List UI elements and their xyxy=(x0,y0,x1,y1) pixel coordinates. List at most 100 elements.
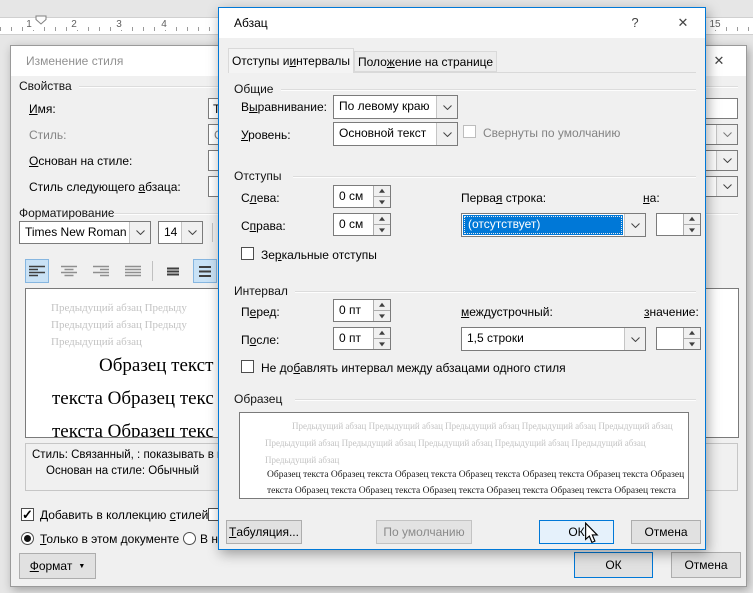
cancel-button[interactable]: Отмена xyxy=(631,520,701,544)
no-space-same-style-label: Не добавлять интервал между абзацами одн… xyxy=(261,361,566,375)
preview-line: текста Образец текс xyxy=(52,388,214,409)
ok-button[interactable]: ОК xyxy=(539,520,614,544)
spin-down-icon[interactable] xyxy=(374,196,390,207)
indent-by-label: на: xyxy=(643,191,660,205)
spin-down-icon[interactable] xyxy=(374,338,390,349)
mirror-indents-checkbox[interactable] xyxy=(241,247,254,260)
line-spacing-value: 1,5 строки xyxy=(467,331,524,345)
alignment-combobox[interactable]: По левому краю xyxy=(333,95,458,119)
chevron-down-icon[interactable] xyxy=(716,125,737,144)
add-to-gallery-label: Добавить в коллекцию стилей xyxy=(40,508,209,522)
space-before-value: 0 пт xyxy=(339,303,362,317)
outline-level-combobox[interactable]: Основной текст xyxy=(333,122,458,146)
chevron-down-icon[interactable] xyxy=(436,123,457,145)
ruler-mark: 3 xyxy=(113,19,125,30)
tabs-button[interactable]: Табуляция... xyxy=(226,520,302,544)
close-icon[interactable]: ✕ xyxy=(668,10,698,35)
indent-right-value: 0 см xyxy=(339,217,364,231)
spin-up-icon[interactable] xyxy=(374,214,390,224)
style-type-label: Стиль: xyxy=(29,128,67,142)
spin-up-icon[interactable] xyxy=(374,300,390,310)
spin-down-icon[interactable] xyxy=(374,224,390,235)
spin-up-icon[interactable] xyxy=(374,186,390,196)
chevron-down-icon[interactable] xyxy=(181,222,202,243)
only-this-document-radio[interactable] xyxy=(21,532,34,545)
new-documents-label: В н xyxy=(200,532,218,546)
chevron-down-icon[interactable] xyxy=(716,177,737,196)
alignment-value: По левому краю xyxy=(339,99,430,113)
spinner-buttons xyxy=(373,186,390,207)
space-after-label: После: xyxy=(241,333,280,347)
mirror-indents-label: Зеркальные отступы xyxy=(261,248,377,262)
spin-up-icon[interactable] xyxy=(374,328,390,338)
help-icon[interactable]: ? xyxy=(620,10,650,35)
space-after-value: 0 пт xyxy=(339,331,362,345)
chevron-down-icon[interactable] xyxy=(624,328,645,350)
space-before-spinner[interactable]: 0 пт xyxy=(333,299,391,322)
collapsed-by-default-checkbox[interactable] xyxy=(463,125,476,138)
alignment-label: Выравнивание: xyxy=(241,100,327,114)
align-left-button[interactable] xyxy=(25,259,49,283)
chevron-down-icon[interactable] xyxy=(624,214,645,236)
align-center-button[interactable] xyxy=(57,259,81,283)
spinner-buttons xyxy=(373,214,390,235)
chevron-down-icon[interactable] xyxy=(716,151,737,170)
space-after-spinner[interactable]: 0 пт xyxy=(333,327,391,350)
line-spacing-combobox[interactable]: 1,5 строки xyxy=(461,327,646,351)
modify-style-title: Изменение стиля xyxy=(26,54,124,68)
preview-line: Предыдущий абзац Предыду xyxy=(51,302,187,314)
format-button-label: Формат xyxy=(29,559,73,573)
indents-legend: Отступы xyxy=(234,169,282,183)
space-before-label: Перед: xyxy=(241,305,280,319)
toolbar-separator xyxy=(152,261,153,281)
only-this-document-label: Только в этом документе xyxy=(40,532,180,546)
style-ok-button[interactable]: ОК xyxy=(574,552,653,578)
spinner-buttons xyxy=(373,328,390,349)
tab-indents-and-spacing[interactable]: Отступы и и нтервалы xyxy=(228,48,354,73)
align-justify-button[interactable] xyxy=(121,259,145,283)
close-icon[interactable]: ✕ xyxy=(704,48,734,73)
spacing-at-label: значение: xyxy=(644,305,699,319)
name-label: Имя: xyxy=(29,102,56,116)
preview-line: текста Образец текс xyxy=(52,421,214,438)
properties-legend: Свойства xyxy=(19,79,72,93)
spin-up-icon[interactable] xyxy=(684,214,700,224)
set-as-default-button[interactable]: По умолчанию xyxy=(376,520,472,544)
preview-legend: Образец xyxy=(234,392,283,406)
based-on-label: Основан на стиле: xyxy=(29,154,133,168)
format-button[interactable]: Формат ▼ xyxy=(19,553,96,579)
spin-up-icon[interactable] xyxy=(684,328,700,338)
spinner-buttons xyxy=(683,214,700,235)
paragraph-title: Абзац xyxy=(234,16,268,30)
align-right-button[interactable] xyxy=(89,259,113,283)
new-documents-radio[interactable] xyxy=(183,532,196,545)
spacing-at-value xyxy=(657,328,683,349)
first-line-combobox[interactable]: (отсутствует) xyxy=(461,213,646,237)
font-name-combobox[interactable]: Times New Roman xyxy=(19,221,151,244)
line-spacing-15-button[interactable] xyxy=(193,259,217,283)
preview-line: Образец текста Образец текста Образец те… xyxy=(267,470,685,480)
no-space-same-style-checkbox[interactable] xyxy=(241,360,254,373)
outline-level-label: Уровень: xyxy=(241,128,291,142)
formatting-legend: Форматирование xyxy=(19,206,115,220)
group-divider xyxy=(293,176,696,178)
spacing-at-spinner[interactable] xyxy=(656,327,701,350)
chevron-down-icon[interactable] xyxy=(436,96,457,118)
indent-by-spinner[interactable] xyxy=(656,213,701,236)
spinner-buttons xyxy=(373,300,390,321)
mouse-cursor-icon xyxy=(585,522,599,544)
spin-down-icon[interactable] xyxy=(374,310,390,321)
spin-down-icon[interactable] xyxy=(684,338,700,349)
style-cancel-button[interactable]: Отмена xyxy=(671,552,741,578)
chevron-down-icon[interactable] xyxy=(129,222,150,243)
add-to-gallery-checkbox[interactable] xyxy=(21,507,34,523)
general-legend: Общие xyxy=(234,82,274,96)
font-size-combobox[interactable]: 14 xyxy=(158,221,203,244)
line-spacing-single-icon xyxy=(167,267,179,275)
indent-right-spinner[interactable]: 0 см xyxy=(333,213,391,236)
line-spacing-single-button[interactable] xyxy=(161,259,185,283)
spin-down-icon[interactable] xyxy=(684,224,700,235)
indent-left-spinner[interactable]: 0 см xyxy=(333,185,391,208)
tab-line-and-page-breaks[interactable]: Поло ж ение на странице xyxy=(354,51,497,72)
first-line-indent-marker-icon[interactable] xyxy=(35,15,47,25)
